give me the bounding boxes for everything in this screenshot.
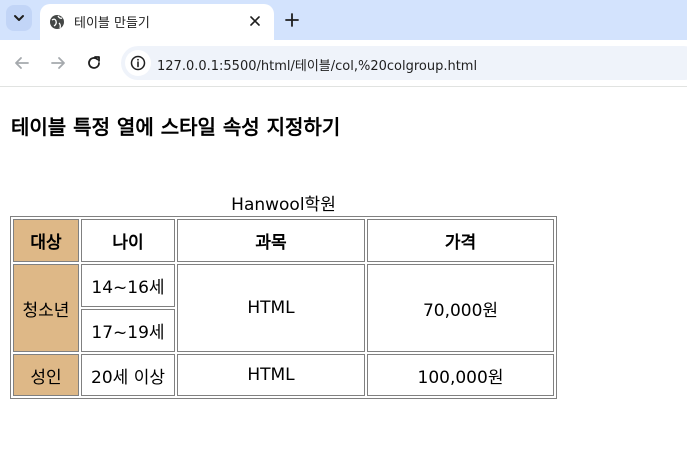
reload-icon xyxy=(88,56,100,69)
cell-youth-age-2: 17~19세 xyxy=(81,309,175,352)
tab-close-button[interactable] xyxy=(246,12,264,30)
page-content: 테이블 특정 열에 스타일 속성 지정하기 Hanwool학원 대상 나이 과목… xyxy=(0,87,687,451)
reload-button[interactable] xyxy=(83,52,105,74)
browser-toolbar: 127.0.0.1:5500/html/테이블/col,%20colgroup.… xyxy=(0,40,687,87)
url-text[interactable]: 127.0.0.1:5500/html/테이블/col,%20colgroup.… xyxy=(157,55,477,74)
tab-title: 테이블 만들기 xyxy=(74,16,150,31)
cell-youth-label: 청소년 xyxy=(13,264,79,352)
arrow-left-icon xyxy=(15,57,29,69)
cell-youth-price: 70,000원 xyxy=(367,264,554,352)
header-subject: 과목 xyxy=(177,219,365,262)
cell-adult-subject: HTML xyxy=(177,354,365,396)
cell-youth-subject: HTML xyxy=(177,264,365,352)
header-age: 나이 xyxy=(81,219,175,262)
info-icon xyxy=(130,55,146,71)
globe-icon xyxy=(50,15,64,29)
new-tab-button[interactable] xyxy=(282,10,302,30)
plus-icon xyxy=(285,13,299,27)
chevron-down-icon xyxy=(14,15,24,21)
academy-table: Hanwool학원 대상 나이 과목 가격 청소년 14~16세 HTML 70… xyxy=(10,194,557,399)
arrow-right-icon xyxy=(51,57,65,69)
table-header-row: 대상 나이 과목 가격 xyxy=(13,219,554,262)
cell-adult-price: 100,000원 xyxy=(367,354,554,396)
forward-button[interactable] xyxy=(47,52,69,74)
header-price: 가격 xyxy=(367,219,554,262)
table-caption: Hanwool학원 xyxy=(231,195,336,215)
address-bar[interactable]: 127.0.0.1:5500/html/테이블/col,%20colgroup.… xyxy=(121,46,687,80)
active-tab[interactable]: 테이블 만들기 xyxy=(40,4,274,40)
header-target: 대상 xyxy=(13,219,79,262)
page-heading: 테이블 특정 열에 스타일 속성 지정하기 xyxy=(11,115,341,139)
back-button[interactable] xyxy=(11,52,33,74)
cell-adult-age: 20세 이상 xyxy=(81,354,175,396)
tab-search-button[interactable] xyxy=(6,5,32,31)
table-row: 청소년 14~16세 HTML 70,000원 xyxy=(13,264,554,352)
cell-adult-label: 성인 xyxy=(13,354,79,396)
close-icon xyxy=(250,16,260,26)
site-info-button[interactable] xyxy=(125,50,151,76)
cell-youth-age-1: 14~16세 xyxy=(81,264,175,307)
tab-strip: 테이블 만들기 xyxy=(0,0,687,40)
table-row: 성인 20세 이상 HTML 100,000원 xyxy=(13,354,554,396)
